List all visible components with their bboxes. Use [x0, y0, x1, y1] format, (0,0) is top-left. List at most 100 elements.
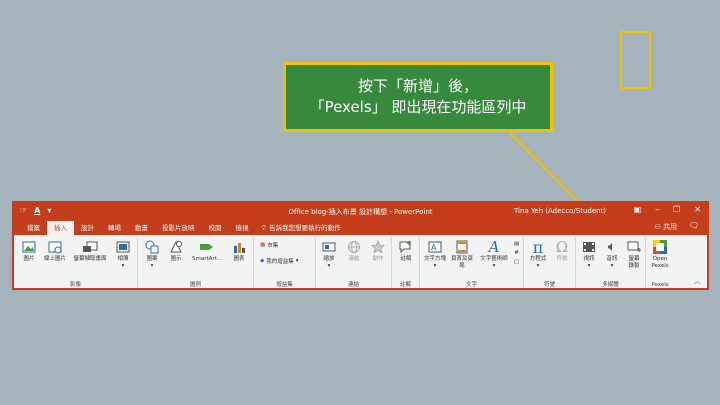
tell-me-text: 告訴我您想要執行的動作 [269, 224, 341, 232]
tab-design[interactable]: 設計 [74, 221, 101, 235]
chevron-down-icon: ▾ [587, 263, 591, 269]
icons-button[interactable]: 圖示 [165, 239, 187, 263]
video-label: 視訊 [583, 256, 595, 262]
callout-line-2: 「Pexels」 即出現在功能區列中 [309, 98, 527, 116]
icons-icon [170, 240, 182, 253]
slide-number-icon[interactable]: # [514, 250, 519, 256]
store-button[interactable]: ▦ 市集 [260, 241, 278, 249]
wordart-button[interactable]: A 文字藝術師 ▾ [476, 239, 512, 270]
restore-icon[interactable]: ❐ [673, 205, 680, 214]
comment-button[interactable]: 註解 [395, 239, 417, 263]
callout-box: 按下「新增」後， 「Pexels」 即出現在功能區列中 [283, 62, 553, 132]
tab-view[interactable]: 檢視 [229, 221, 256, 235]
window-controls: ▣ – ❐ ✕ [634, 205, 701, 214]
pi-icon: π [532, 237, 544, 257]
comment-add-icon [399, 241, 411, 254]
group-media-label: 多媒體 [602, 282, 619, 288]
minimize-icon[interactable]: – [655, 205, 659, 214]
comment-label: 註解 [400, 256, 412, 262]
screenshot-label: 螢幕擷取畫面 [73, 256, 107, 262]
chart-icon [234, 243, 245, 253]
group-illustrations: 圖案 ▾ 圖示 SmartArt... 圖表 圖例 [138, 237, 254, 288]
store-label: 市集 [267, 243, 279, 249]
store-icon: ▦ [260, 242, 266, 248]
group-symbols: π 方程式 ▾ Ω 符號 符號 [524, 237, 576, 288]
ribbon-display-icon[interactable]: ▣ [634, 205, 642, 214]
photo-album-button[interactable]: 相簿 ▾ [112, 239, 134, 270]
date-time-icon[interactable]: ▤ [514, 241, 519, 247]
tab-transitions[interactable]: 轉場 [101, 221, 128, 235]
tab-review[interactable]: 校閱 [202, 221, 229, 235]
user-name[interactable]: Tina Yeh (Adecco/Student) [514, 207, 606, 215]
my-addins-icon: ◆ [260, 258, 265, 264]
group-links: 縮放 ▾ 連結 動作 連結 [316, 237, 392, 288]
object-icon[interactable]: ▢ [514, 259, 519, 265]
tab-file[interactable]: 檔案 [20, 221, 47, 235]
online-pictures-button[interactable]: 線上圖片 [40, 239, 70, 263]
comments-icon[interactable]: 🗨︎ [689, 221, 699, 230]
pictures-label: 圖片 [23, 256, 35, 262]
chevron-down-icon: ▾ [327, 263, 331, 269]
text-box-icon: A [428, 241, 442, 253]
open-pexels-button[interactable]: Open Pexels [647, 239, 673, 270]
collapse-ribbon-icon[interactable]: ︿ [694, 276, 701, 286]
photo-album-icon [116, 241, 130, 253]
ribbon-insert: 圖片 線上圖片 螢幕擷取畫面 相簿 ▾ 影像 圖案 ▾ 圖示 SmartArt.… [14, 235, 707, 288]
group-comments: 註解 註解 [392, 237, 420, 288]
chevron-down-icon: ▾ [536, 263, 540, 269]
screenshot-icon [83, 241, 98, 252]
equation-label: 方程式 [529, 256, 547, 262]
chevron-down-icon: ▾ [492, 263, 496, 269]
symbol-button[interactable]: Ω 符號 [551, 239, 573, 263]
pexels-icon [653, 240, 667, 254]
tab-animations[interactable]: 動畫 [128, 221, 155, 235]
share-button[interactable]: ⚇ 共用 [654, 222, 677, 232]
equation-button[interactable]: π 方程式 ▾ [526, 239, 550, 270]
group-text-label: 文字 [465, 282, 477, 288]
tab-insert[interactable]: 插入 [47, 221, 74, 235]
globe-link-icon [348, 241, 360, 253]
action-button[interactable]: 動作 [367, 239, 389, 263]
audio-button[interactable]: 🔈︎ 音訊 ▾ [601, 239, 623, 270]
zoom-button[interactable]: 縮放 ▾ [318, 239, 340, 270]
group-media: 視訊 ▾ 🔈︎ 音訊 ▾ 螢幕錄製 多媒體 [576, 237, 646, 288]
screen-recording-icon [627, 241, 641, 252]
chevron-down-icon: ▾ [610, 263, 614, 269]
wordart-label: 文字藝術師 [480, 256, 508, 262]
tell-me-box[interactable]: 💡︎ 告訴我您想要執行的動作 [262, 221, 341, 235]
video-icon [583, 242, 595, 252]
powerpoint-window: ☞ A ▾ Office blog-插入布景 設計構想 - PowerPoint… [12, 201, 709, 290]
tab-slideshow[interactable]: 投影片放映 [155, 221, 202, 235]
group-illustrations-label: 圖例 [189, 282, 201, 288]
shapes-button[interactable]: 圖案 ▾ [141, 239, 163, 270]
group-images: 圖片 線上圖片 螢幕擷取畫面 相簿 ▾ 影像 [14, 237, 138, 288]
my-addins-button[interactable]: ◆ 我的增益集 ▾ [260, 257, 299, 265]
close-icon[interactable]: ✕ [694, 205, 701, 214]
header-footer-button[interactable]: 頁首及頁尾 [450, 239, 474, 270]
group-symbols-label: 符號 [543, 282, 555, 288]
wordart-icon: A [488, 237, 500, 256]
header-footer-label: 頁首及頁尾 [451, 256, 474, 269]
screenshot-button[interactable]: 螢幕擷取畫面 [70, 239, 110, 263]
link-button[interactable]: 連結 [343, 239, 365, 263]
online-pictures-label: 線上圖片 [43, 256, 66, 262]
my-addins-label: 我的增益集 [266, 259, 294, 265]
text-small-tools[interactable]: ▤ # ▢ [514, 241, 519, 265]
zoom-icon [322, 242, 336, 252]
pictures-button[interactable]: 圖片 [18, 239, 40, 263]
smartart-button[interactable]: SmartArt... [189, 239, 225, 263]
chart-button[interactable]: 圖表 [228, 239, 250, 263]
svg-text:A: A [431, 243, 437, 252]
group-pexels-label: Pexels [651, 282, 669, 288]
chevron-down-icon: ▾ [295, 258, 299, 264]
video-button[interactable]: 視訊 ▾ [578, 239, 600, 270]
smartart-label: SmartArt... [191, 256, 223, 262]
group-images-label: 影像 [69, 282, 81, 288]
screen-recording-button[interactable]: 螢幕錄製 [624, 239, 644, 270]
smartart-icon [200, 244, 213, 250]
lightbulb-icon: 💡︎ [261, 224, 267, 232]
open-pexels-label: Open Pexels [651, 256, 669, 269]
online-picture-icon [48, 241, 62, 254]
text-box-button[interactable]: A 文字方塊 ▾ [422, 239, 448, 270]
screen-recording-label: 螢幕錄製 [628, 256, 640, 269]
